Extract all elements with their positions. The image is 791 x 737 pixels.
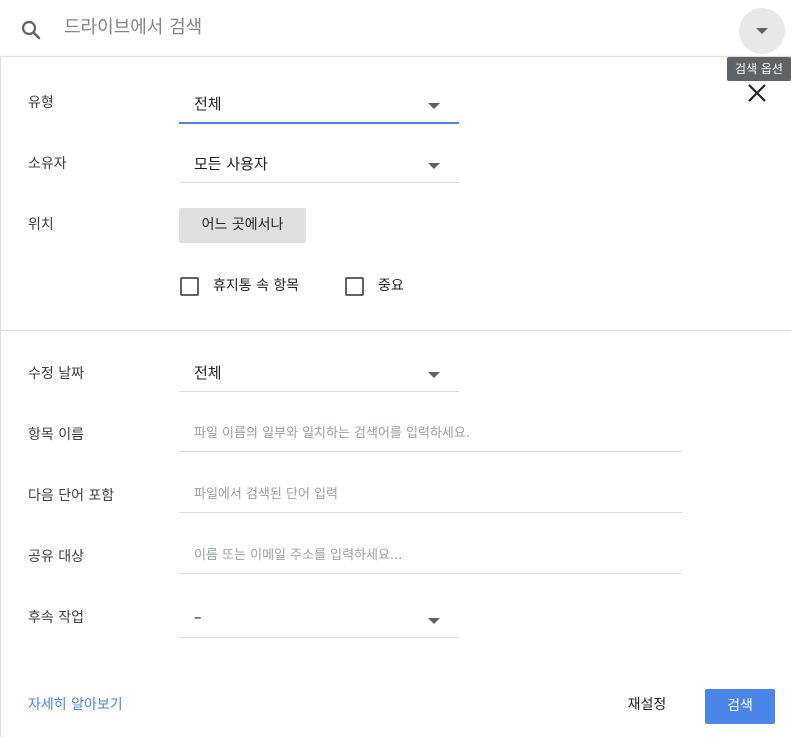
search-options-button[interactable] bbox=[739, 8, 785, 54]
modified-select[interactable]: 전체 bbox=[179, 355, 459, 392]
owner-label: 소유자 bbox=[28, 156, 67, 172]
item-name-input[interactable] bbox=[179, 416, 682, 452]
close-icon[interactable] bbox=[746, 82, 768, 104]
trash-checkbox[interactable] bbox=[180, 277, 199, 296]
shared-with-input[interactable] bbox=[179, 538, 682, 574]
follow-up-value: – bbox=[194, 608, 202, 626]
owner-value: 모든 사용자 bbox=[194, 155, 268, 173]
search-icon[interactable] bbox=[19, 18, 43, 42]
location-label: 위치 bbox=[28, 217, 54, 233]
item-name-label: 항목 이름 bbox=[28, 427, 84, 443]
reset-button[interactable]: 재설정 bbox=[612, 689, 682, 721]
type-select[interactable]: 전체 bbox=[179, 86, 459, 124]
section-divider bbox=[0, 330, 791, 331]
type-label: 유형 bbox=[28, 95, 54, 111]
learn-more-link[interactable]: 자세히 알아보기 bbox=[28, 694, 123, 714]
type-value: 전체 bbox=[194, 95, 222, 113]
modified-value: 전체 bbox=[194, 364, 222, 382]
starred-checkbox[interactable] bbox=[345, 277, 364, 296]
location-button[interactable]: 어느 곳에서나 bbox=[179, 208, 306, 243]
dropdown-arrow-icon bbox=[428, 618, 440, 624]
search-bar: 드라이브에서 검색 bbox=[0, 0, 791, 57]
trash-checkbox-label: 휴지통 속 항목 bbox=[213, 278, 300, 294]
search-options-tooltip: 검색 옵션 bbox=[727, 57, 791, 81]
dropdown-arrow-icon bbox=[428, 372, 440, 378]
chevron-down-icon bbox=[756, 28, 768, 34]
has-words-label: 다음 단어 포함 bbox=[28, 488, 115, 504]
modified-label: 수정 날짜 bbox=[28, 366, 84, 382]
follow-up-select[interactable]: – bbox=[179, 601, 459, 638]
dropdown-arrow-icon bbox=[428, 103, 440, 109]
search-button[interactable]: 검색 bbox=[705, 689, 775, 724]
owner-select[interactable]: 모든 사용자 bbox=[179, 146, 459, 183]
has-words-input[interactable] bbox=[179, 477, 682, 513]
shared-with-label: 공유 대상 bbox=[28, 549, 84, 565]
dropdown-arrow-icon bbox=[428, 163, 440, 169]
search-input[interactable]: 드라이브에서 검색 bbox=[64, 16, 202, 40]
follow-up-label: 후속 작업 bbox=[28, 610, 84, 626]
starred-checkbox-label: 중요 bbox=[378, 278, 404, 294]
